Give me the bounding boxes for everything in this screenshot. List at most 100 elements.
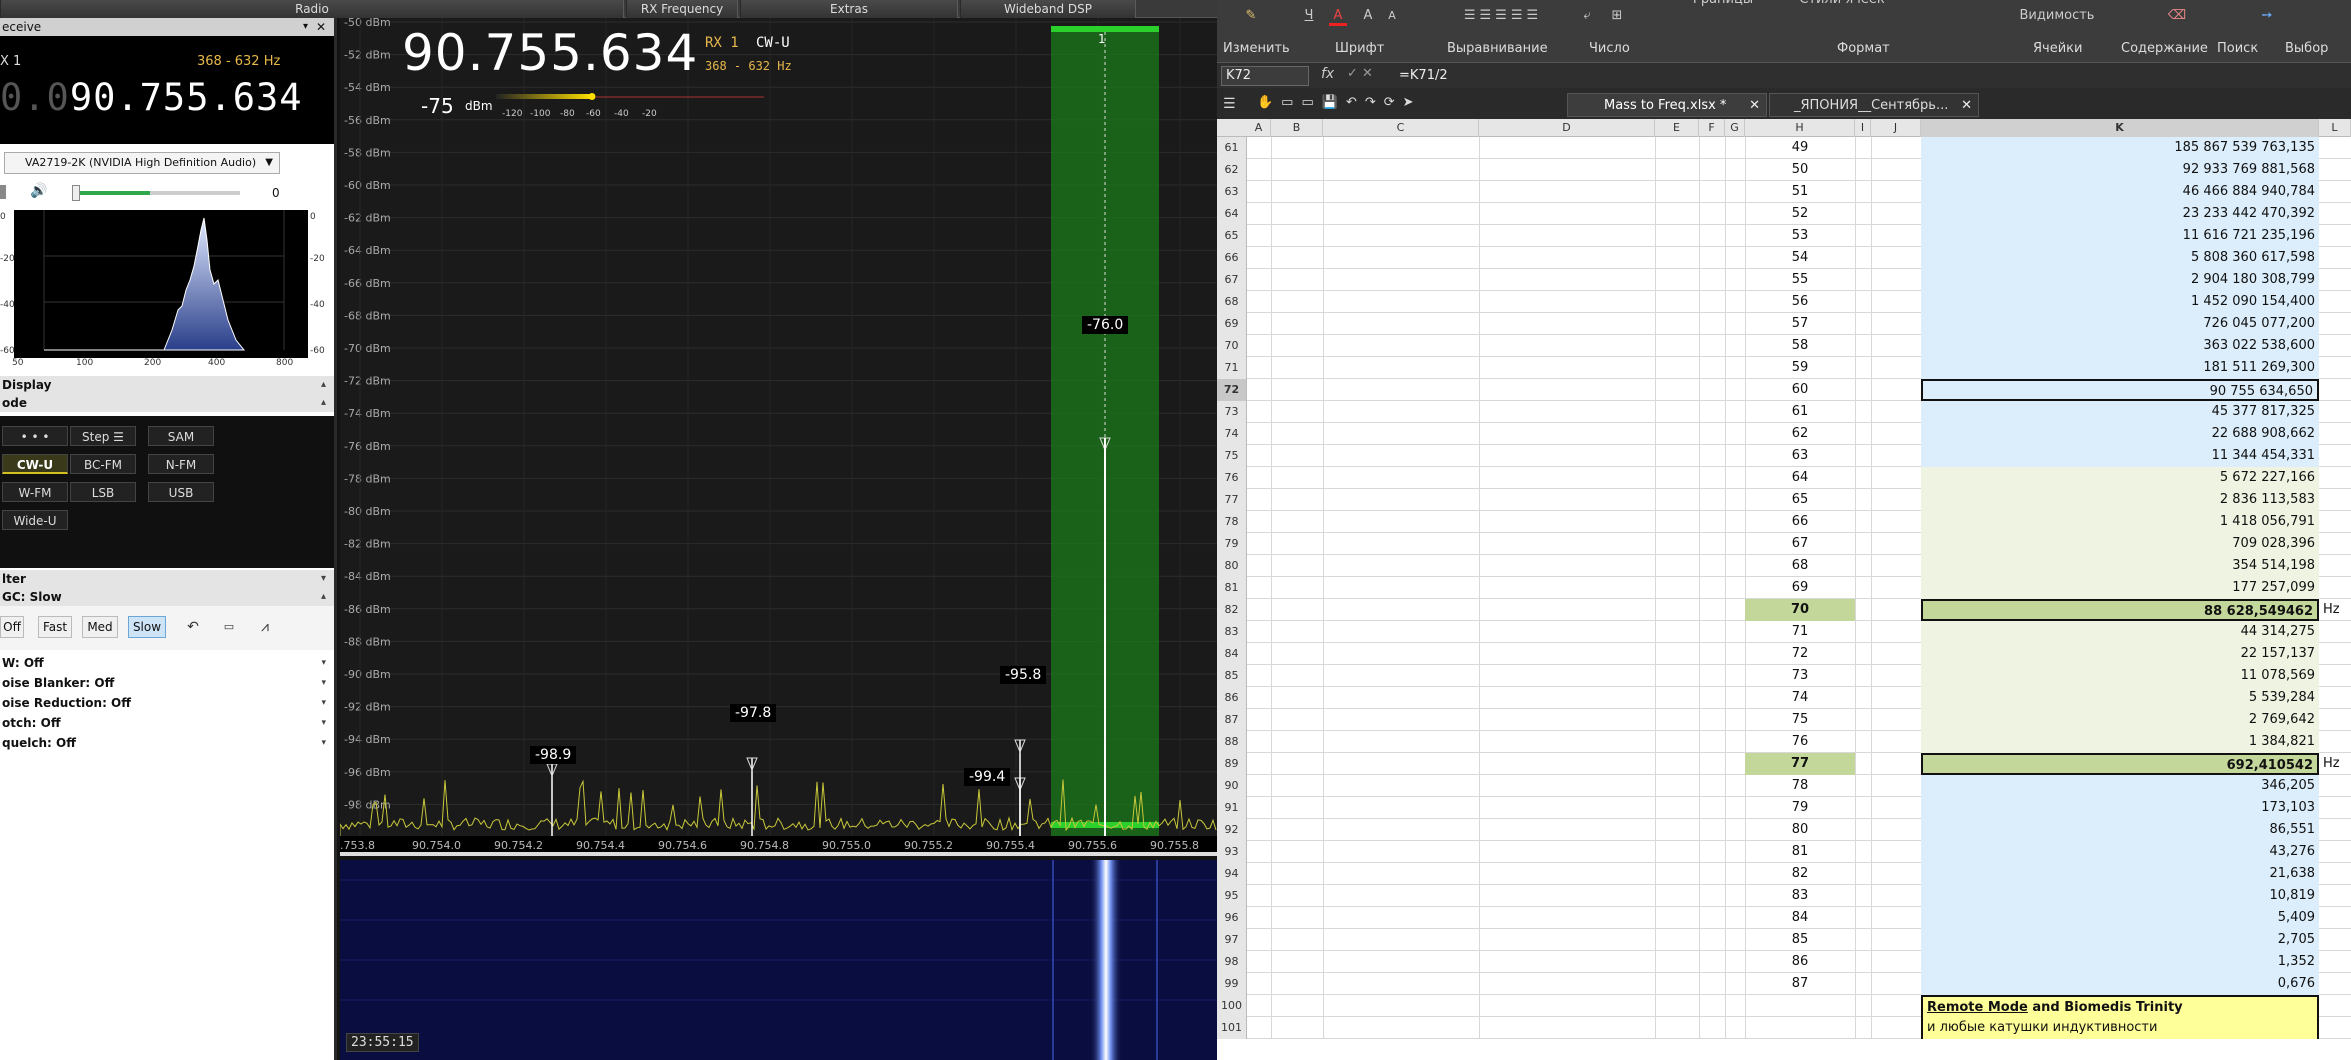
spectrum-display[interactable]: -50 dBm -52 dBm -54 dBm -56 dBm -58 dBm -60 d… (340, 18, 1217, 854)
shrink-font-button[interactable]: A (1385, 6, 1399, 26)
cell-k[interactable]: 1 418 056,791 (1921, 511, 2319, 533)
row-number[interactable]: 85 (1217, 665, 1247, 687)
row-number[interactable]: 64 (1217, 203, 1247, 225)
cell-l[interactable]: Hz (2323, 753, 2340, 775)
row-number[interactable]: 95 (1217, 885, 1247, 907)
cell-k[interactable]: 5 539,284 (1921, 687, 2319, 709)
cell-h[interactable]: 85 (1745, 929, 1855, 951)
cell-k[interactable]: 22 157,137 (1921, 643, 2319, 665)
cell-k[interactable]: 709 028,396 (1921, 533, 2319, 555)
column-header-e[interactable]: E (1655, 119, 1699, 137)
mode-section-header[interactable]: ode ▴ (0, 394, 334, 412)
agc-slow-button[interactable]: Slow (128, 616, 166, 638)
cell-h[interactable]: 87 (1745, 973, 1855, 995)
cell-k[interactable]: 11 616 721 235,196 (1921, 225, 2319, 247)
row-number[interactable]: 98 (1217, 951, 1247, 973)
column-header-d[interactable]: D (1479, 119, 1655, 137)
display-section-header[interactable]: Display ▴ (0, 376, 334, 394)
spectrum-plot[interactable]: -50 dBm -52 dBm -54 dBm -56 dBm -58 dBm -60 d… (340, 18, 1217, 854)
audio-device-select[interactable]: VA2719-2K (NVIDIA High Definition Audio)… (4, 152, 280, 174)
cell-h[interactable]: 79 (1745, 797, 1855, 819)
cell-h[interactable]: 57 (1745, 313, 1855, 335)
toolbar-icons[interactable]: ✋▭▭💾↶↷⟳➤ (1257, 95, 1422, 110)
font-color-button[interactable]: A (1329, 6, 1347, 26)
cell-h[interactable]: 77 (1745, 753, 1855, 775)
row-number[interactable]: 81 (1217, 577, 1247, 599)
cell-styles-button[interactable]: Стили ячеек (1787, 0, 1897, 10)
column-header-k[interactable]: K (1921, 119, 2319, 137)
cell-h[interactable]: 63 (1745, 445, 1855, 467)
cell-h[interactable]: 50 (1745, 159, 1855, 181)
cell-h[interactable]: 55 (1745, 269, 1855, 291)
cell-k[interactable]: 5 672 227,166 (1921, 467, 2319, 489)
volume-handle[interactable] (72, 185, 80, 201)
mode-button[interactable]: Step ☰ (70, 426, 136, 446)
cell-k[interactable]: 177 257,099 (1921, 577, 2319, 599)
cell-k[interactable]: 354 514,198 (1921, 555, 2319, 577)
cell-h[interactable]: 59 (1745, 357, 1855, 379)
cell-h[interactable]: 67 (1745, 533, 1855, 555)
row-number[interactable]: 96 (1217, 907, 1247, 929)
close-icon[interactable]: ✕ (316, 18, 326, 36)
cell-k[interactable]: 92 933 769 881,568 (1921, 159, 2319, 181)
row-number[interactable]: 92 (1217, 819, 1247, 841)
cell-h[interactable]: 76 (1745, 731, 1855, 753)
brush-icon[interactable]: ✎ (1241, 6, 1261, 26)
cell-k[interactable]: 1,352 (1921, 951, 2319, 973)
underline-button[interactable]: Ч (1301, 6, 1317, 26)
mode-button[interactable]: BC-FM (70, 454, 136, 474)
cell-h[interactable]: 70 (1745, 599, 1855, 621)
merge-icon[interactable]: ⊞ (1607, 6, 1627, 26)
eraser-icon[interactable]: ⌫ (2167, 6, 2187, 26)
column-header-a[interactable]: A (1247, 119, 1271, 137)
row-number[interactable]: 75 (1217, 445, 1247, 467)
cell-k[interactable]: 2,705 (1921, 929, 2319, 951)
row-number[interactable]: 80 (1217, 555, 1247, 577)
row-number[interactable]: 61 (1217, 137, 1247, 159)
cell-h[interactable]: 73 (1745, 665, 1855, 687)
mode-button[interactable]: Wide-U (2, 510, 68, 530)
row-number[interactable]: 82 (1217, 599, 1247, 621)
row-number[interactable]: 97 (1217, 929, 1247, 951)
row-number[interactable]: 91 (1217, 797, 1247, 819)
cell-k[interactable]: 10,819 (1921, 885, 2319, 907)
cell-l[interactable]: Hz (2323, 599, 2340, 621)
tuned-frequency[interactable]: 0.090.755.634 (0, 76, 303, 119)
row-number[interactable]: 99 (1217, 973, 1247, 995)
cell-h[interactable]: 84 (1745, 907, 1855, 929)
cell-k[interactable]: 726 045 077,200 (1921, 313, 2319, 335)
row-number[interactable]: 88 (1217, 731, 1247, 753)
cell-h[interactable]: 69 (1745, 577, 1855, 599)
cell-h[interactable]: 78 (1745, 775, 1855, 797)
option-row[interactable]: otch: Off ▾ (0, 714, 334, 732)
row-number[interactable]: 73 (1217, 401, 1247, 423)
cell-k[interactable]: 86,551 (1921, 819, 2319, 841)
row-number[interactable]: 78 (1217, 511, 1247, 533)
doc-tab-japan[interactable]: _ЯПОНИЯ__Сентябрь... ✕ (1769, 93, 1979, 117)
borders-button[interactable]: Границы (1683, 0, 1763, 10)
column-header-f[interactable]: F (1699, 119, 1725, 137)
note-subtitle-cell[interactable]: и любые катушки индуктивности (1921, 1017, 2319, 1039)
column-header-j[interactable]: J (1871, 119, 1921, 137)
row-number[interactable]: 65 (1217, 225, 1247, 247)
speaker-icon[interactable]: 🔊 (30, 183, 47, 199)
cell-k[interactable]: 1 452 090 154,400 (1921, 291, 2319, 313)
cell-k[interactable]: 5,409 (1921, 907, 2319, 929)
agc-section-header[interactable]: GC: Slow ▴ (0, 588, 334, 606)
cell-k[interactable]: 43,276 (1921, 841, 2319, 863)
accept-reject-icons[interactable]: ✓ ✕ (1347, 66, 1373, 81)
volume-slider[interactable] (72, 185, 240, 201)
option-row[interactable]: oise Blanker: Off ▾ (0, 674, 334, 692)
cell-k[interactable]: 363 022 538,600 (1921, 335, 2319, 357)
cell-k[interactable]: 23 233 442 470,392 (1921, 203, 2319, 225)
row-number[interactable]: 83 (1217, 621, 1247, 643)
cell-h[interactable]: 61 (1745, 401, 1855, 423)
cell-h[interactable]: 80 (1745, 819, 1855, 841)
row-number[interactable]: 76 (1217, 467, 1247, 489)
note-title-cell[interactable]: Remote Mode and Biomedis Trinity (1921, 995, 2319, 1017)
graph-icon[interactable]: ⩘ (254, 616, 276, 638)
row-number[interactable]: 67 (1217, 269, 1247, 291)
formula-input[interactable]: =K71/2 (1395, 66, 2345, 86)
cell-k[interactable]: 0,676 (1921, 973, 2319, 995)
cell-k[interactable]: 21,638 (1921, 863, 2319, 885)
